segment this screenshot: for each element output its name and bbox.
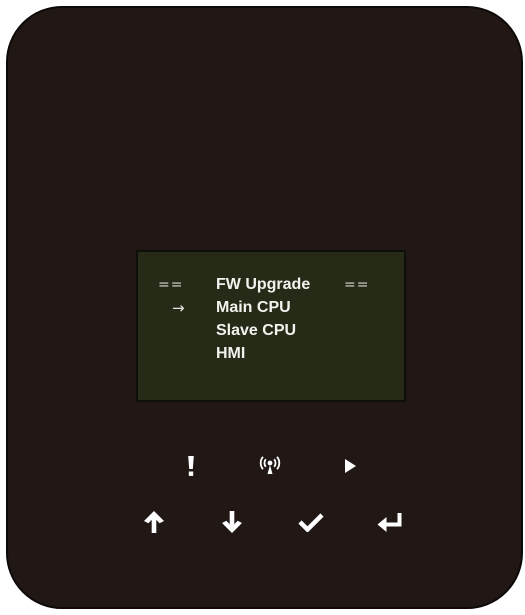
play-icon xyxy=(345,459,356,473)
enter-key-button[interactable] xyxy=(373,505,407,539)
wireless-signal-icon xyxy=(259,456,281,474)
down-key-button[interactable] xyxy=(215,505,249,539)
menu-item-slave-cpu[interactable]: Slave CPU xyxy=(138,320,404,342)
lcd-header-row: == FW Upgrade == xyxy=(138,274,404,296)
lcd-screen: == FW Upgrade == → Main CPU Slave CPU HM… xyxy=(136,250,406,402)
alarm-indicator xyxy=(177,452,205,480)
arrow-down-icon xyxy=(222,511,242,533)
header-decoration-left: == xyxy=(158,277,184,293)
run-indicator xyxy=(336,452,364,480)
checkmark-icon xyxy=(298,513,324,532)
menu-item-label: HMI xyxy=(216,345,246,362)
menu-item-label: Main CPU xyxy=(216,299,291,316)
up-key-button[interactable] xyxy=(137,505,171,539)
selection-cursor-arrow-icon: → xyxy=(172,299,185,317)
menu-item-label: Slave CPU xyxy=(216,322,297,339)
screen-title: FW Upgrade xyxy=(216,276,311,293)
device-panel: == FW Upgrade == → Main CPU Slave CPU HM… xyxy=(6,6,523,609)
exclamation-icon xyxy=(188,456,194,476)
confirm-key-button[interactable] xyxy=(294,505,328,539)
menu-item-main-cpu[interactable]: → Main CPU xyxy=(138,297,404,319)
communication-indicator xyxy=(256,452,284,480)
arrow-up-icon xyxy=(144,511,164,533)
return-arrow-icon xyxy=(377,513,402,532)
menu-item-hmi[interactable]: HMI xyxy=(138,343,404,365)
header-decoration-right: == xyxy=(344,277,370,293)
